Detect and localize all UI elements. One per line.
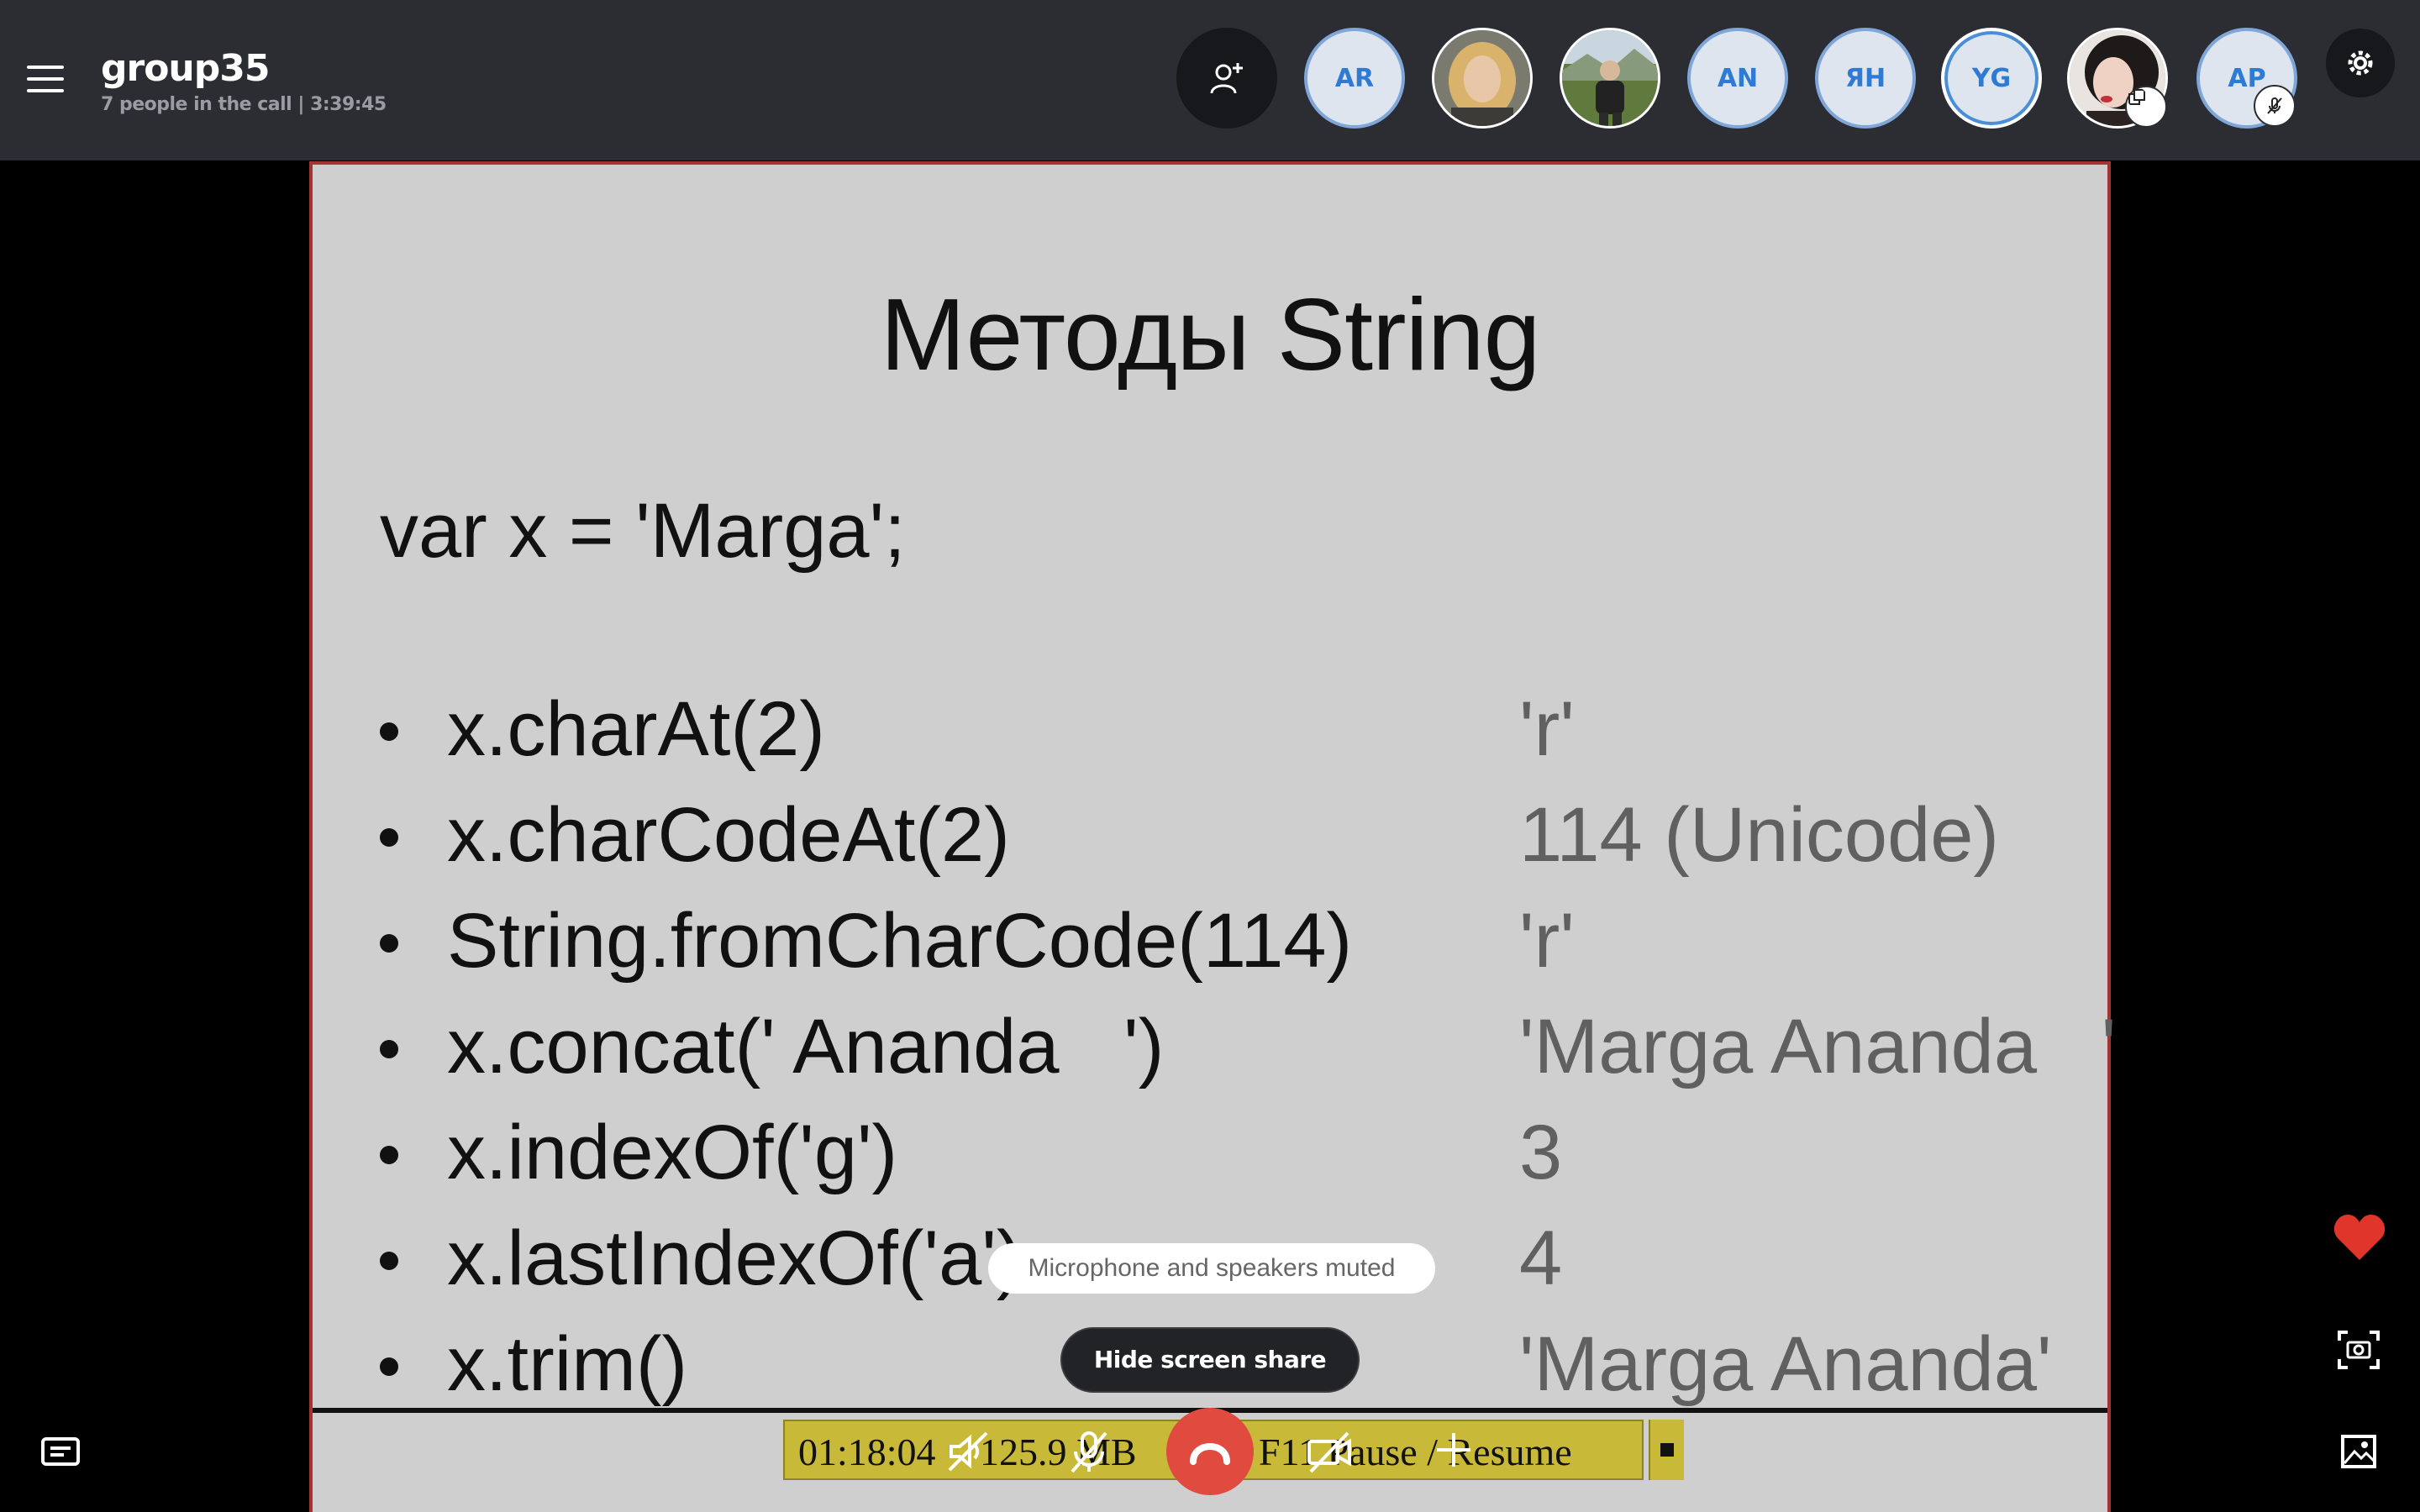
shared-screen: Методы String var x = 'Marga'; x.charAt(… (309, 161, 2116, 1512)
participant-avatar-photo[interactable] (2067, 28, 2168, 129)
bullet-result: 'r' (1519, 686, 1575, 772)
bullet-result: 114 (Unicode) (1519, 792, 2000, 878)
call-title: group35 (101, 47, 270, 90)
list-item: String.fromCharCode(114) 'r' (380, 897, 2111, 1003)
bullet-result: 3 (1519, 1110, 1563, 1195)
bullet-icon (380, 1146, 398, 1164)
bullet-icon (380, 828, 398, 847)
bullet-icon (380, 1357, 398, 1376)
stop-icon[interactable] (1649, 1420, 1684, 1480)
bullet-result: 'Marga Ananda' (1519, 1321, 2052, 1407)
bullet-result: 'Marga Ananda ' (1519, 1004, 2117, 1089)
avatar-initials: AP (2228, 63, 2266, 93)
call-status: 7 people in the call | 3:39:45 (101, 94, 387, 115)
chat-icon[interactable] (40, 1436, 81, 1468)
plus-icon[interactable] (1432, 1428, 1476, 1472)
participant-avatar-photo[interactable] (1432, 28, 1533, 129)
mic-muted-icon[interactable] (1065, 1428, 1113, 1475)
mic-muted-icon (2267, 97, 2282, 114)
screen-share-icon (2128, 89, 2145, 105)
participant-avatar[interactable]: AR (1304, 28, 1405, 129)
bullet-code: String.fromCharCode(114) (447, 898, 1353, 984)
bullet-result: 'r' (1519, 898, 1575, 984)
bullet-code: x.charAt(2) (447, 686, 825, 772)
profile-photo (1434, 30, 1530, 126)
list-item: x.concat(' Ananda ') 'Marga Ananda ' (380, 1003, 2116, 1109)
muted-badge (2254, 85, 2296, 127)
participant-avatar[interactable]: ЯН (1815, 28, 1916, 129)
bullet-code: x.lastIndexOf('a') (447, 1215, 1023, 1301)
bullet-icon (380, 1252, 398, 1270)
participant-avatar-photo[interactable] (1560, 28, 1660, 129)
recorder-size: 125.9 MB (980, 1431, 1137, 1473)
list-item: x.charAt(2) 'r' (380, 685, 2111, 791)
snapshot-icon[interactable] (2338, 1331, 2380, 1369)
heart-icon[interactable] (2333, 1213, 2386, 1262)
menu-icon[interactable] (27, 66, 64, 92)
bullet-code: x.concat(' Ananda ') (447, 1004, 1165, 1089)
participant-avatar-active[interactable]: YG (1941, 28, 2042, 129)
add-participant-button[interactable] (1176, 28, 1277, 129)
participant-avatar[interactable]: AN (1687, 28, 1788, 129)
participant-avatar[interactable]: AP (2196, 28, 2297, 129)
profile-photo (1562, 30, 1658, 126)
camera-off-icon[interactable] (1304, 1428, 1355, 1475)
bullet-icon (380, 934, 398, 953)
screen-share-badge (2125, 86, 2167, 128)
bullet-code: x.trim() (447, 1321, 688, 1407)
phone-hangup-icon (1190, 1443, 1230, 1465)
bullet-icon (380, 1040, 398, 1058)
recorder-time: 01:18:04 (798, 1431, 936, 1473)
slide-bullet-list: x.charAt(2) 'r' x.charCodeAt(2) 114 (Uni… (380, 685, 2116, 1426)
muted-toast: Microphone and speakers muted (988, 1243, 1435, 1294)
image-icon[interactable] (2341, 1435, 2376, 1468)
list-item: x.charCodeAt(2) 114 (Unicode) (380, 791, 2111, 897)
hang-up-button[interactable] (1166, 1408, 1254, 1495)
bullet-icon (380, 722, 398, 741)
gear-icon (2348, 50, 2373, 76)
bullet-code: x.indexOf('g') (447, 1110, 898, 1195)
add-person-icon (1210, 63, 1243, 94)
hide-screen-share-button[interactable]: Hide screen share (1060, 1327, 1360, 1393)
bullet-result: 4 (1519, 1215, 1563, 1301)
call-header: group35 7 people in the call | 3:39:45 A… (0, 0, 2420, 160)
settings-button[interactable] (2326, 29, 2395, 97)
list-item: x.indexOf('g') 3 (380, 1109, 2111, 1215)
speaker-muted-icon[interactable] (944, 1428, 992, 1475)
slide-code-declaration: var x = 'Marga'; (380, 488, 906, 574)
slide-title: Методы String (880, 277, 1541, 391)
bullet-code: x.charCodeAt(2) (447, 792, 1010, 878)
